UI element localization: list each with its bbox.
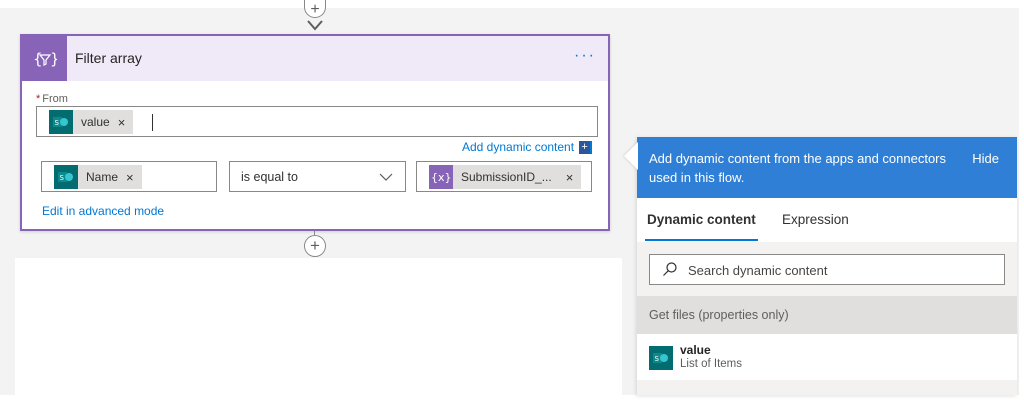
submissionid-token[interactable]: {x} SubmissionID_... ×	[429, 165, 582, 189]
dynamic-content-item-value[interactable]: S value List of Items	[637, 334, 1017, 380]
hide-button[interactable]: Hide	[972, 151, 999, 166]
from-label: * From	[36, 93, 68, 105]
tab-dynamic-content[interactable]: Dynamic content	[647, 212, 756, 227]
flyout-pointer	[624, 142, 638, 170]
edit-advanced-mode-link[interactable]: Edit in advanced mode	[42, 204, 164, 218]
from-token[interactable]: S value ×	[49, 110, 134, 134]
add-dynamic-content-icon: +	[579, 140, 593, 154]
svg-text:S: S	[55, 119, 60, 127]
svg-text:{x}: {x}	[431, 171, 451, 184]
remove-token-icon[interactable]: ×	[126, 170, 142, 185]
from-field[interactable]: S value ×	[36, 106, 598, 137]
svg-text:S: S	[60, 174, 65, 182]
condition-right-operand[interactable]: {x} SubmissionID_... ×	[416, 161, 592, 192]
plus-icon: +	[310, 1, 320, 18]
remove-token-icon[interactable]: ×	[118, 115, 134, 130]
token-label: value	[81, 115, 110, 129]
operator-dropdown[interactable]: is equal to	[229, 161, 406, 192]
flyout-tabs: Dynamic content Expression	[637, 198, 1017, 242]
search-input[interactable]	[688, 260, 988, 280]
remove-token-icon[interactable]: ×	[560, 170, 582, 185]
sharepoint-icon: S	[649, 346, 673, 370]
variable-expression-icon: {x}	[429, 165, 453, 189]
operator-value: is equal to	[241, 170, 298, 184]
group-header-label: Get files (properties only)	[649, 308, 789, 322]
flyout-description: Add dynamic content from the apps and co…	[649, 151, 947, 185]
add-dynamic-content-link[interactable]: Add dynamic content +	[462, 140, 593, 154]
more-options-button[interactable]: ···	[574, 47, 596, 65]
svg-text:S: S	[655, 355, 660, 363]
token-label: Name	[86, 170, 119, 184]
chevron-down-icon	[379, 173, 393, 181]
svg-text:}: }	[50, 50, 57, 68]
card-header[interactable]: { } Filter array ···	[22, 36, 608, 81]
condition-left-operand[interactable]: S Name ×	[41, 161, 217, 192]
selected-tab-indicator	[645, 239, 758, 241]
sharepoint-icon: S	[54, 165, 78, 189]
filter-expression-icon: { }	[22, 36, 67, 81]
card-title: Filter array	[75, 50, 142, 66]
sharepoint-icon: S	[49, 110, 73, 134]
item-name: value	[680, 343, 711, 357]
filter-array-card: { } Filter array ··· *From S value × Add…	[20, 34, 610, 231]
arrow-down-icon	[307, 20, 323, 31]
dynamic-content-flyout: Add dynamic content from the apps and co…	[637, 137, 1017, 395]
item-description: List of Items	[680, 358, 742, 370]
required-marker: *	[36, 93, 41, 105]
group-header: Get files (properties only)	[637, 296, 1017, 334]
text-cursor	[152, 114, 153, 131]
name-token[interactable]: S Name ×	[54, 165, 142, 189]
insert-step-button-bottom[interactable]: +	[304, 235, 326, 257]
flyout-header: Add dynamic content from the apps and co…	[637, 137, 1017, 198]
plus-icon: +	[310, 236, 320, 255]
search-dynamic-content	[649, 254, 1005, 285]
search-icon	[663, 262, 677, 276]
tab-expression[interactable]: Expression	[782, 212, 849, 227]
canvas-panel	[15, 258, 622, 395]
svg-text:{: {	[33, 50, 43, 68]
token-label: SubmissionID_...	[461, 170, 552, 184]
